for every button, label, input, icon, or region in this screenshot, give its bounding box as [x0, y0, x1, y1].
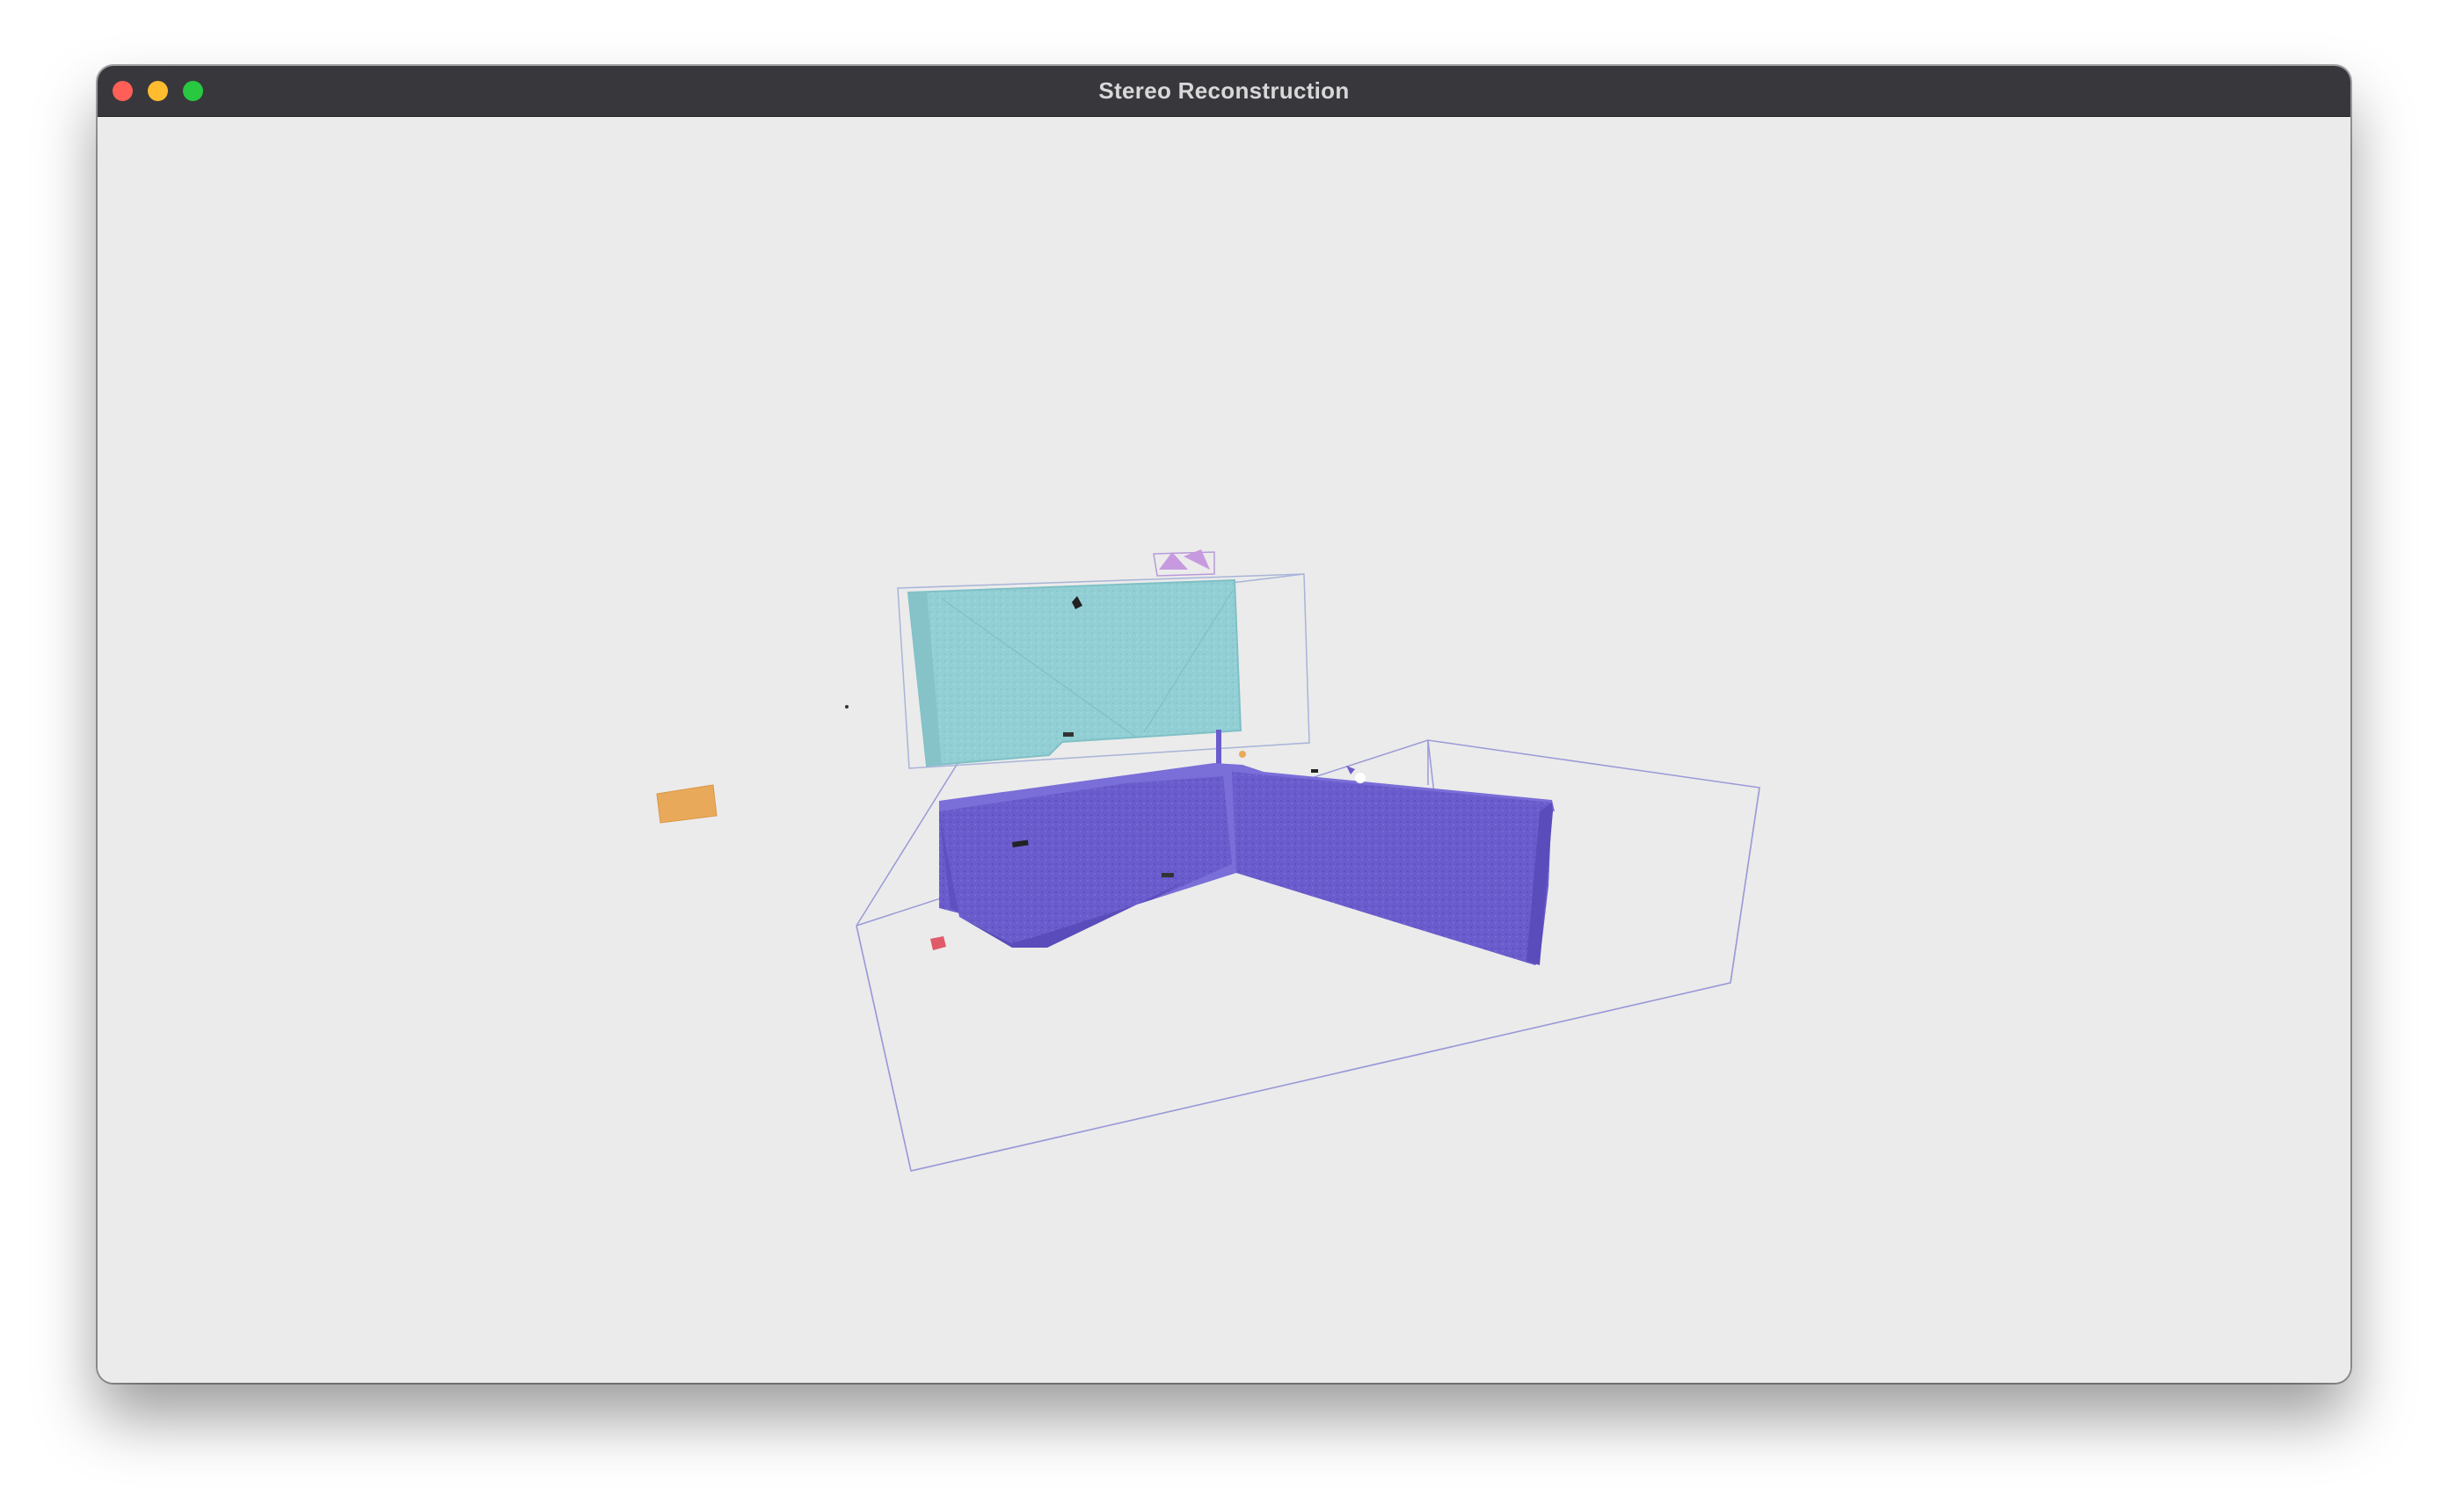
window-title: Stereo Reconstruction [1098, 77, 1350, 104]
stray-point [845, 705, 849, 709]
support-pole [1216, 730, 1221, 765]
small-object-orange [656, 784, 718, 824]
counter [939, 751, 1555, 965]
3d-viewport[interactable] [98, 117, 2350, 1383]
small-object-red [930, 936, 946, 950]
app-window: Stereo Reconstruction [98, 66, 2350, 1383]
small-object-purple [1153, 549, 1215, 577]
point-cloud-canvas [656, 549, 1760, 1172]
upper-cabinet [907, 578, 1242, 767]
title-bar[interactable]: Stereo Reconstruction [98, 66, 2350, 117]
